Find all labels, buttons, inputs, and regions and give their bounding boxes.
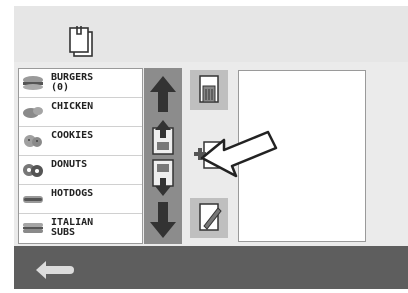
arrow-down-icon[interactable] — [144, 198, 182, 242]
list-item-label: BURGERS (0) — [51, 72, 94, 93]
top-bar — [14, 6, 408, 62]
category-list: BURGERS (0) CHICKEN COOKIES DONUTS HOTDO… — [18, 68, 143, 244]
delete-document-icon — [199, 75, 219, 103]
donut-icon — [23, 164, 43, 177]
arrow-column — [144, 68, 182, 244]
cookie-icon — [24, 135, 42, 147]
list-item-label: ITALIAN SUBS — [51, 217, 94, 238]
back-arrow-icon[interactable] — [32, 252, 80, 282]
move-item-down-icon[interactable] — [144, 156, 182, 200]
list-item[interactable]: DONUTS — [19, 156, 142, 185]
burger-icon — [23, 76, 43, 90]
list-item-label: DONUTS — [51, 159, 88, 170]
delete-button[interactable] — [190, 70, 228, 110]
screen: BURGERS (0) CHICKEN COOKIES DONUTS HOTDO… — [0, 0, 408, 293]
pointer-arrow-icon — [200, 130, 278, 178]
arrow-up-icon[interactable] — [144, 72, 182, 116]
list-item-label: CHICKEN — [51, 101, 94, 112]
list-item[interactable]: CHICKEN — [19, 98, 142, 127]
chicken-icon — [23, 107, 43, 118]
list-item[interactable]: BURGERS (0) — [19, 69, 142, 98]
hotdog-icon — [23, 196, 43, 203]
edit-document-icon — [199, 203, 222, 231]
bottom-bar — [14, 246, 408, 289]
list-item-label: HOTDOGS — [51, 188, 94, 199]
documents-icon[interactable] — [66, 24, 100, 64]
move-item-up-icon[interactable] — [144, 116, 182, 160]
list-item[interactable]: HOTDOGS — [19, 185, 142, 214]
edit-button[interactable] — [190, 198, 228, 238]
list-item[interactable]: COOKIES — [19, 127, 142, 156]
sub-sandwich-icon — [23, 223, 43, 233]
list-item-label: COOKIES — [51, 130, 94, 141]
list-item[interactable]: ITALIAN SUBS — [19, 214, 142, 243]
